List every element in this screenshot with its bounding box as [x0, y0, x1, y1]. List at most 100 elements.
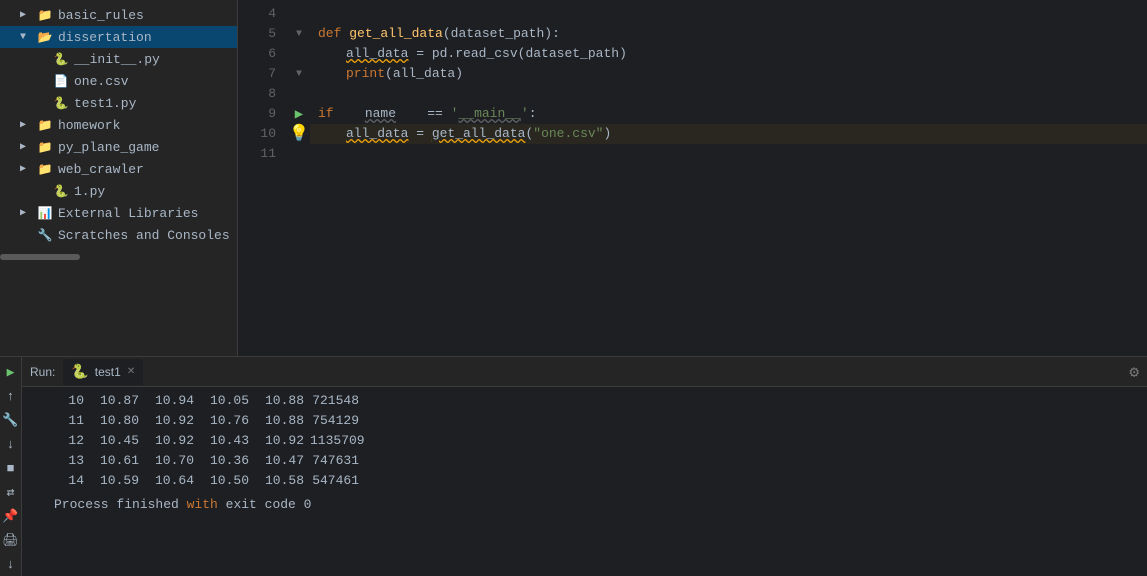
close-down-button[interactable]: ↓: [2, 555, 20, 573]
sidebar-item-one-csv[interactable]: 📄 one.csv: [0, 70, 237, 92]
code-line-7: print(all_data): [310, 64, 1147, 84]
output-c5: 754129: [310, 411, 365, 431]
external-lib-icon: 📊: [36, 205, 54, 221]
code-line-5: def get_all_data(dataset_path):: [310, 24, 1147, 44]
paren: (: [443, 24, 451, 44]
code-line-11: [310, 144, 1147, 164]
run-label: Run:: [30, 365, 55, 379]
output-c1: 10.59: [90, 471, 145, 491]
bottom-panel: Run: 🐍 test1 ✕ ⚙ 10 10.87 10.94 10.05 10…: [22, 356, 1147, 576]
output-c3: 10.05: [200, 391, 255, 411]
output-c3: 10.36: [200, 451, 255, 471]
sidebar-item-basic-rules[interactable]: ▶ 📁 basic_rules: [0, 4, 237, 26]
code-text: print(all_data): [346, 64, 463, 84]
output-index: 12: [54, 431, 90, 451]
folder-open-icon: 📂: [36, 29, 54, 45]
scroll-down-button[interactable]: ↓: [2, 435, 20, 453]
print-button[interactable]: 🖨: [2, 531, 20, 549]
dunder-name: name: [365, 104, 396, 124]
folder-icon: 📁: [36, 7, 54, 23]
sidebar-item-py-plane-game[interactable]: ▶ 📁 py_plane_game: [0, 136, 237, 158]
code-line-9: if name == '__main__':: [310, 104, 1147, 124]
py-file-icon: 🐍: [52, 51, 70, 67]
string-main: '__main__': [451, 104, 529, 124]
spaces2: ==: [396, 104, 451, 124]
scroll-up-button[interactable]: ↑: [2, 387, 20, 405]
output-row-14: 14 10.59 10.64 10.50 10.58 547461: [54, 471, 1139, 491]
run-tab-icon: 🐍: [71, 363, 88, 380]
code-line-8: [310, 84, 1147, 104]
left-run-toolbar: ▶ ↑ 🔧 ↓ ■ ⇄ 📌 🖨 ↓: [0, 356, 22, 576]
collapse-arrow: ▶: [20, 163, 36, 175]
sidebar-item-1-py[interactable]: 🐍 1.py: [0, 180, 237, 202]
run-tab-close[interactable]: ✕: [127, 366, 135, 377]
keyword-def: def: [318, 24, 349, 44]
code-text: all_data = get_all_data("one.csv"): [346, 124, 611, 144]
fold-arrow-icon[interactable]: ▼: [296, 69, 302, 80]
sidebar-item-label: web_crawler: [58, 162, 233, 177]
function-name: get_all_data: [349, 24, 443, 44]
sidebar-item-label: Scratches and Consoles: [58, 228, 233, 243]
sidebar-item-label: 1.py: [74, 184, 233, 199]
gutter: ▼ ▼ ▶ 💡: [288, 4, 310, 356]
line-number: 10: [238, 124, 276, 144]
output-c4: 10.47: [255, 451, 310, 471]
folder-icon: 📁: [36, 117, 54, 133]
gutter-debug-dot: 💡: [288, 124, 310, 144]
rerun-button[interactable]: ⇄: [2, 483, 20, 501]
output-c1: 10.61: [90, 451, 145, 471]
sidebar-item-label: py_plane_game: [58, 140, 233, 155]
output-c3: 10.50: [200, 471, 255, 491]
output-c3: 10.43: [200, 431, 255, 451]
settings-gear-icon[interactable]: ⚙: [1129, 362, 1139, 382]
collapse-arrow: ▶: [20, 141, 36, 153]
run-button[interactable]: ▶: [2, 363, 20, 381]
run-tab-test1[interactable]: 🐍 test1 ✕: [63, 359, 143, 385]
bottom-panel-wrapper: ▶ ↑ 🔧 ↓ ■ ⇄ 📌 🖨 ↓ Run: 🐍 test1 ✕ ⚙ 10 10…: [0, 356, 1147, 576]
fold-arrow-icon[interactable]: ▼: [296, 29, 302, 40]
process-finished-line: Process finished with exit code 0: [54, 495, 1139, 515]
code-area[interactable]: 4 5 6 7 8 9 10 11 ▼ ▼: [238, 0, 1147, 356]
sidebar-item-external-libraries[interactable]: ▶ 📊 External Libraries: [0, 202, 237, 224]
output-c4: 10.92: [255, 431, 310, 451]
stop-button[interactable]: ■: [2, 459, 20, 477]
sidebar-item-label: External Libraries: [58, 206, 233, 221]
pin-button[interactable]: 📌: [2, 507, 20, 525]
output-c4: 10.88: [255, 411, 310, 431]
line-number: 9: [238, 104, 276, 124]
gutter-cell: [288, 44, 310, 64]
output-c4: 10.88: [255, 391, 310, 411]
sidebar-item-scratches[interactable]: 🔧 Scratches and Consoles: [0, 224, 237, 246]
sidebar-item-label: homework: [58, 118, 233, 133]
output-index: 14: [54, 471, 90, 491]
output-c3: 10.76: [200, 411, 255, 431]
output-c5: 547461: [310, 471, 365, 491]
output-c2: 10.64: [145, 471, 200, 491]
collapse-arrow: ▶: [20, 119, 36, 131]
line-number: 5: [238, 24, 276, 44]
line-number: 7: [238, 64, 276, 84]
run-tabs-bar: Run: 🐍 test1 ✕ ⚙: [22, 357, 1147, 387]
sidebar-item-web-crawler[interactable]: ▶ 📁 web_crawler: [0, 158, 237, 180]
sidebar-item-init-py[interactable]: 🐍 __init__.py: [0, 48, 237, 70]
scroll-thumb[interactable]: [0, 254, 80, 260]
sidebar-item-homework[interactable]: ▶ 📁 homework: [0, 114, 237, 136]
output-row-10: 10 10.87 10.94 10.05 10.88 721548: [54, 391, 1139, 411]
collapse-arrow: ▼: [20, 32, 36, 43]
output-index: 10: [54, 391, 90, 411]
sidebar-item-label: dissertation: [58, 30, 233, 45]
code-content[interactable]: def get_all_data(dataset_path): all_data…: [310, 4, 1147, 356]
gutter-debug-arrow: ▶: [288, 104, 310, 124]
sidebar-item-dissertation[interactable]: ▼ 📂 dissertation: [0, 26, 237, 48]
sidebar: ▶ 📁 basic_rules ▼ 📂 dissertation 🐍 __ini…: [0, 0, 238, 356]
output-row-11: 11 10.80 10.92 10.76 10.88 754129: [54, 411, 1139, 431]
gutter-cell: [288, 84, 310, 104]
code-line-10: all_data = get_all_data("one.csv"): [310, 124, 1147, 144]
paren-close: ):: [544, 24, 560, 44]
main-area: ▶ 📁 basic_rules ▼ 📂 dissertation 🐍 __ini…: [0, 0, 1147, 356]
line-number: 6: [238, 44, 276, 64]
wrench-button[interactable]: 🔧: [2, 411, 20, 429]
sidebar-item-test1-py[interactable]: 🐍 test1.py: [0, 92, 237, 114]
keyword-if: if: [318, 104, 334, 124]
output-area: 10 10.87 10.94 10.05 10.88 721548 11 10.…: [22, 387, 1147, 576]
